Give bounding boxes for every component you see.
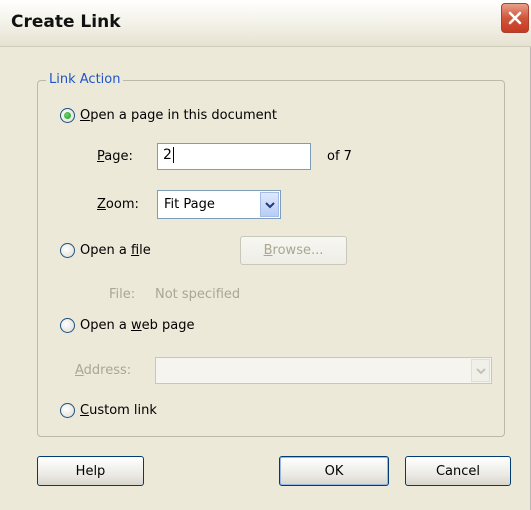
page-label: Page:	[97, 149, 133, 164]
dialog-title: Create Link	[11, 12, 121, 32]
radio-custom-link[interactable]: Custom link	[60, 403, 157, 418]
browse-button-label: Browse...	[263, 243, 324, 258]
close-button[interactable]	[501, 3, 529, 33]
radio-button[interactable]	[60, 243, 75, 258]
radio-open-page-in-document[interactable]: Open a page in this document	[60, 108, 277, 123]
cancel-button[interactable]: Cancel	[405, 456, 511, 486]
radio-open-web-page[interactable]: Open a web page	[60, 318, 194, 333]
zoom-label: Zoom:	[97, 197, 139, 212]
file-label: File:	[109, 287, 136, 302]
radio-open-file[interactable]: Open a file	[60, 243, 151, 258]
browse-button[interactable]: Browse...	[240, 236, 347, 265]
create-link-dialog: Create Link Link Action Open a page in t…	[0, 0, 531, 510]
chevron-down-icon[interactable]	[260, 192, 279, 217]
radio-button[interactable]	[60, 318, 75, 333]
radio-open-page-label: Open a page in this document	[80, 108, 277, 123]
help-button[interactable]: Help	[37, 456, 144, 486]
cancel-button-label: Cancel	[435, 463, 481, 479]
group-legend: Link Action	[46, 72, 124, 87]
title-bar: Create Link	[0, 0, 531, 47]
address-label: Address:	[75, 363, 132, 378]
ok-button[interactable]: OK	[279, 456, 389, 486]
radio-button-checked[interactable]	[60, 108, 75, 123]
page-number-input[interactable]: 2	[157, 143, 311, 170]
ok-button-label: OK	[324, 463, 344, 479]
help-button-label: Help	[75, 463, 106, 479]
radio-custom-link-label: Custom link	[80, 403, 157, 418]
file-value: Not specified	[155, 287, 241, 302]
address-select[interactable]	[155, 357, 492, 384]
close-x-icon	[508, 11, 522, 25]
page-count-text: of 7	[327, 149, 352, 164]
zoom-select[interactable]: Fit Page	[157, 190, 281, 219]
radio-open-web-page-label: Open a web page	[80, 318, 195, 333]
radio-open-file-label: Open a file	[80, 243, 151, 258]
radio-button[interactable]	[60, 403, 75, 418]
zoom-selected-value: Fit Page	[164, 197, 215, 212]
chevron-down-icon[interactable]	[471, 359, 490, 382]
